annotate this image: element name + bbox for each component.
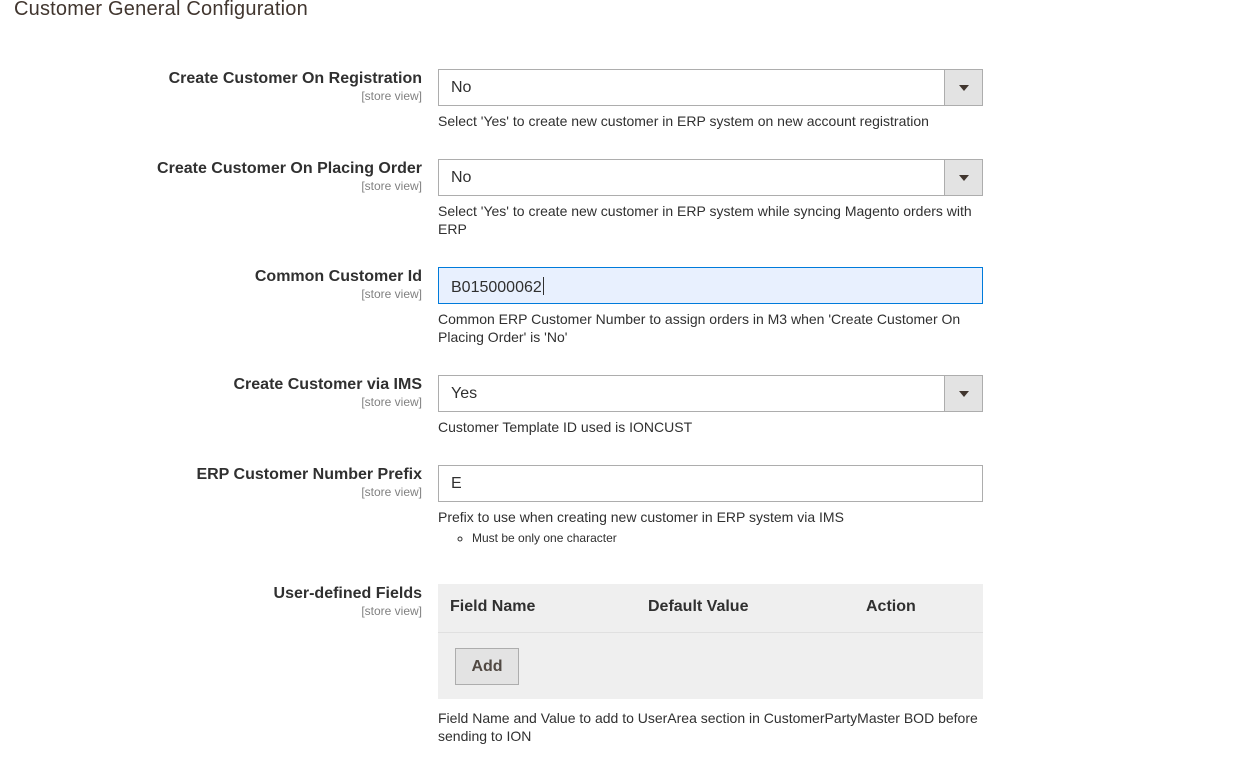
- field-label-group: Common Customer Id [store view]: [122, 267, 422, 301]
- field-note: Select 'Yes' to create new customer in E…: [438, 113, 929, 129]
- text-caret: [542, 277, 544, 295]
- field-label-group: Create Customer On Registration [store v…: [122, 69, 422, 103]
- input-value: B015000062: [451, 277, 544, 296]
- field-control-group: E Prefix to use when creating new custom…: [438, 465, 983, 546]
- select-value: No: [451, 169, 472, 186]
- field-label-group: Create Customer via IMS [store view]: [122, 375, 422, 409]
- erp-prefix-input[interactable]: E: [438, 465, 983, 502]
- field-label: Create Customer via IMS: [233, 376, 422, 393]
- common-customer-id-input[interactable]: B015000062: [438, 267, 983, 304]
- field-note: Select 'Yes' to create new customer in E…: [438, 203, 972, 237]
- dropdown-button[interactable]: [944, 376, 982, 411]
- scope-label: [store view]: [361, 89, 422, 103]
- field-note: Customer Template ID used is IONCUST: [438, 419, 693, 435]
- field-control-group: No Select 'Yes' to create new customer i…: [438, 69, 983, 130]
- input-value: E: [451, 475, 462, 492]
- add-button[interactable]: Add: [455, 648, 519, 685]
- dropdown-button[interactable]: [944, 160, 982, 195]
- field-label-group: Create Customer On Placing Order [store …: [122, 159, 422, 193]
- field-label: Create Customer On Placing Order: [157, 160, 422, 177]
- chevron-down-icon: [959, 391, 969, 397]
- field-note: Field Name and Value to add to UserArea …: [438, 710, 978, 744]
- field-note: Prefix to use when creating new customer…: [438, 508, 983, 546]
- create-on-placing-order-select[interactable]: No: [438, 159, 983, 196]
- dropdown-button[interactable]: [944, 70, 982, 105]
- scope-label: [store view]: [361, 287, 422, 301]
- column-header-action: Action: [866, 598, 916, 615]
- field-label-group: User-defined Fields [store view]: [122, 584, 422, 618]
- field-label-group: ERP Customer Number Prefix [store view]: [122, 465, 422, 499]
- field-note: Common ERP Customer Number to assign ord…: [438, 311, 961, 345]
- select-value: Yes: [451, 385, 478, 402]
- field-label: Common Customer Id: [254, 268, 422, 285]
- field-label: ERP Customer Number Prefix: [196, 466, 422, 483]
- chevron-down-icon: [959, 175, 969, 181]
- field-control-group: B015000062 Common ERP Customer Number to…: [438, 267, 983, 346]
- section-title: Customer General Configuration: [14, 0, 308, 20]
- field-control-group: Yes Customer Template ID used is IONCUST: [438, 375, 983, 436]
- field-control-group: No Select 'Yes' to create new customer i…: [438, 159, 983, 238]
- table-header: Field Name Default Value Action: [438, 584, 983, 633]
- table-body: Add: [438, 633, 983, 699]
- scope-label: [store view]: [361, 604, 422, 618]
- note-list-item: Must be only one character: [472, 530, 983, 546]
- scope-label: [store view]: [361, 395, 422, 409]
- create-via-ims-select[interactable]: Yes: [438, 375, 983, 412]
- note-list: Must be only one character: [438, 530, 983, 546]
- field-label: Create Customer On Registration: [168, 70, 422, 87]
- user-defined-fields-table: Field Name Default Value Action Add: [438, 584, 983, 699]
- column-header-default-value: Default Value: [648, 598, 749, 615]
- column-header-field-name: Field Name: [450, 598, 536, 615]
- scope-label: [store view]: [361, 485, 422, 499]
- chevron-down-icon: [959, 85, 969, 91]
- field-control-group: Field Name Default Value Action Add Fiel…: [438, 584, 983, 745]
- create-on-registration-select[interactable]: No: [438, 69, 983, 106]
- field-note-text: Prefix to use when creating new customer…: [438, 509, 844, 525]
- scope-label: [store view]: [361, 179, 422, 193]
- field-label: User-defined Fields: [273, 585, 422, 602]
- select-value: No: [451, 79, 472, 96]
